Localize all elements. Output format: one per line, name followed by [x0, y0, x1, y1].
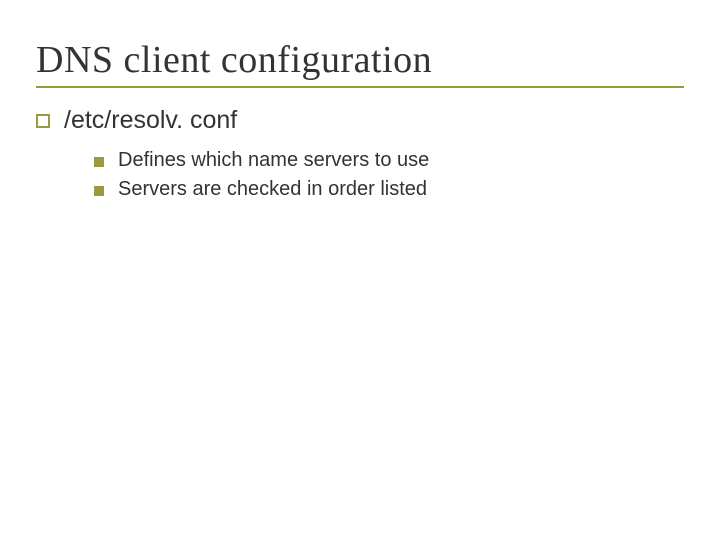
bullet-level2-text: Servers are checked in order listed — [118, 178, 427, 201]
bullet-level2-text: Defines which name servers to use — [118, 149, 429, 172]
bullet-level2: Defines which name servers to use — [94, 149, 684, 172]
square-filled-icon — [94, 186, 104, 196]
bullet-level2-container: Defines which name servers to use Server… — [94, 149, 684, 201]
title-underline — [36, 86, 684, 88]
slide-title: DNS client configuration — [36, 38, 684, 82]
square-filled-icon — [94, 157, 104, 167]
bullet-level1: /etc/resolv. conf — [36, 106, 684, 135]
square-outline-icon — [36, 114, 50, 128]
bullet-level1-text: /etc/resolv. conf — [64, 106, 237, 135]
bullet-level2: Servers are checked in order listed — [94, 178, 684, 201]
slide: DNS client configuration /etc/resolv. co… — [0, 0, 720, 540]
